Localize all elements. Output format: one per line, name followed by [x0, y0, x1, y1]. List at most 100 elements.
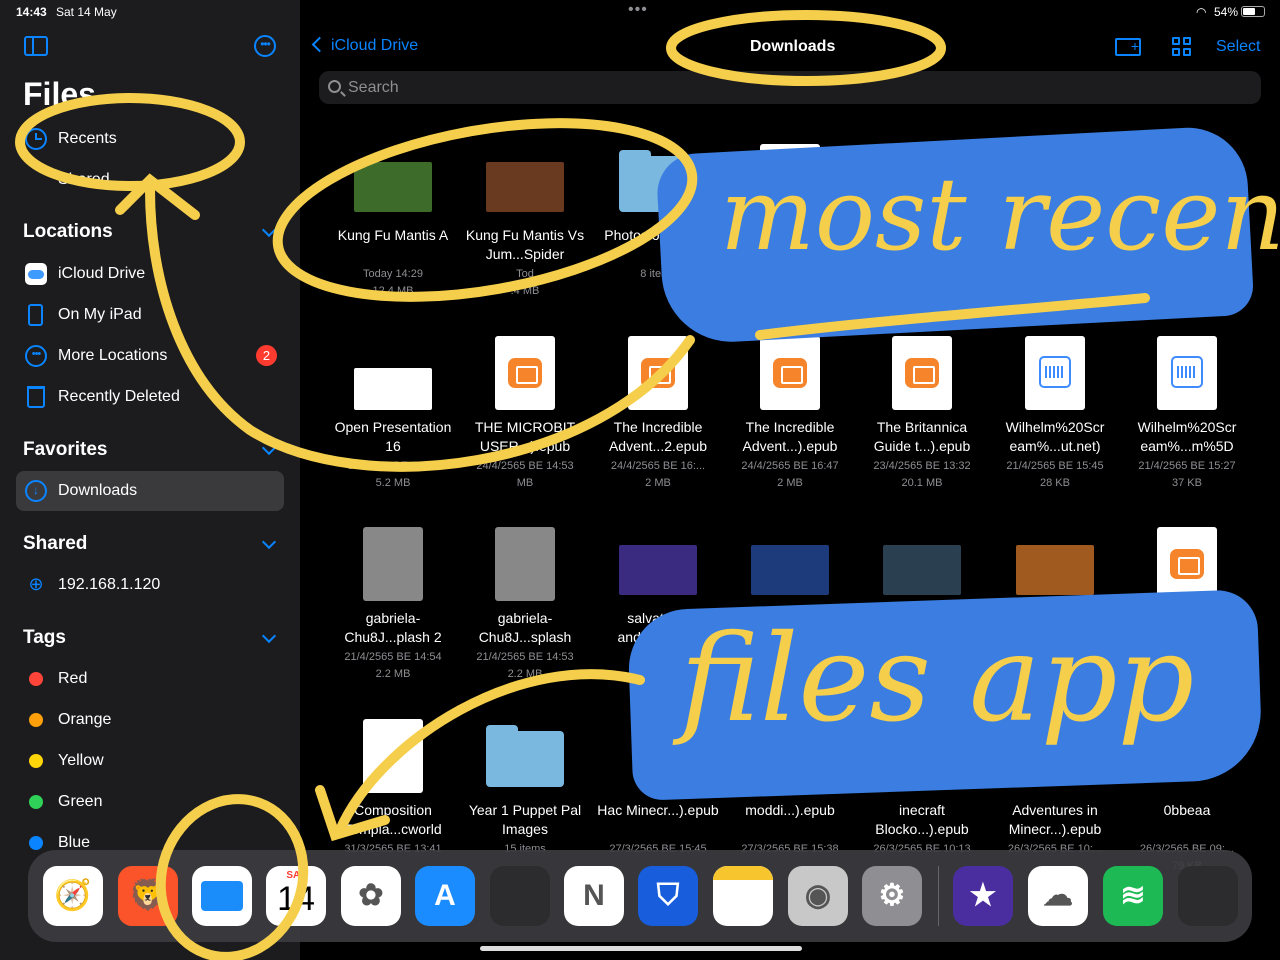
file-item[interactable]: Open Presentation 16 3/5/2565 BE 10:07 5.2…	[328, 342, 458, 517]
locations-chevron-icon[interactable]	[261, 222, 277, 238]
file-date: 21/4/2565 BE 15:27	[1138, 460, 1236, 472]
icloud-icon	[25, 263, 47, 285]
image-thumbnail	[354, 162, 432, 212]
folder-icon	[619, 150, 697, 212]
photos-app-icon[interactable]: ✿	[341, 866, 401, 926]
onenote-app-icon[interactable]: N	[564, 866, 624, 926]
select-button[interactable]: Select	[1216, 38, 1260, 56]
onedrive-app-icon[interactable]: ☁	[1028, 866, 1088, 926]
back-button[interactable]: iCloud Drive	[311, 36, 418, 55]
file-name: Hac Minecr...).epub	[597, 802, 719, 818]
spotify-app-icon[interactable]: ≋	[1103, 866, 1163, 926]
calendar-app-icon[interactable]: SAT 14	[266, 866, 326, 926]
file-name: THE MICROBIT USER...).epub	[474, 419, 576, 454]
sidebar-item-more-locations[interactable]: ••• More Locations 2	[16, 336, 284, 376]
sidebar-item-downloads[interactable]: ↓ Downloads	[16, 471, 284, 511]
file-name: Year 1 Puppet Pal Images	[468, 802, 582, 837]
tags-chevron-icon[interactable]	[261, 628, 277, 644]
locations-header[interactable]: Locations	[23, 221, 113, 243]
file-item[interactable]: Kung Fu Mantis A Today 14:29 12.4 MB	[328, 150, 458, 325]
sidebar-tag-orange[interactable]: Orange	[16, 700, 284, 740]
file-date: 20/4/2565	[633, 651, 683, 663]
sidebar-tag-red[interactable]: Red	[16, 659, 284, 699]
imovie-app-icon[interactable]: ★	[953, 866, 1013, 926]
app-store-icon[interactable]: A	[415, 866, 475, 926]
home-indicator[interactable]	[480, 946, 802, 951]
image-thumbnail	[1016, 545, 1094, 595]
file-name: The Incredible Advent...2.epub	[608, 419, 708, 454]
sidebar-item-network-share[interactable]: ⊕ 192.168.1.120	[16, 565, 284, 605]
dock: 🧭 🦁 SAT 14 ✿ A N ⛉ ◉ ⚙ ★ ☁ ≋	[28, 850, 1252, 942]
sidebar-item-label: More Locations	[58, 347, 168, 364]
sidebar-item-label: iCloud Drive	[58, 265, 146, 282]
file-item[interactable]: gabriela-Chu8J...plash 2 21/4/2565 BE 14:…	[328, 527, 458, 708]
recent-apps-icon[interactable]	[1178, 866, 1238, 926]
page-title: Downloads	[750, 38, 836, 55]
file-item[interactable]: Wilhelm%20Scr eam%...ut.net) 21/4/2565 BE…	[990, 336, 1120, 517]
more-locations-icon: •••	[25, 345, 47, 367]
file-item[interactable]	[857, 144, 987, 325]
sidebar-item-label: Green	[58, 793, 103, 810]
file-item[interactable]: The Britannica Guide t...).epub 23/4/2565…	[857, 336, 987, 517]
brave-app-icon[interactable]: 🦁	[118, 866, 178, 926]
app-folder-icon[interactable]	[490, 866, 550, 926]
file-item[interactable]	[1122, 527, 1252, 708]
favorites-header[interactable]: Favorites	[23, 439, 107, 461]
shared-chevron-icon[interactable]	[261, 534, 277, 550]
file-item[interactable]: THE MICROBIT USER...).epub 24/4/2565 BE 1…	[460, 336, 590, 517]
file-item[interactable]	[990, 144, 1120, 325]
file-item[interactable]: Photos of Patana 8 items	[593, 150, 723, 325]
sidebar-toggle-icon[interactable]	[24, 36, 48, 56]
sidebar-tag-green[interactable]: Green	[16, 782, 284, 822]
clock-icon	[25, 128, 47, 150]
ipad-icon	[28, 304, 43, 326]
file-size: 5.2 MB	[375, 477, 411, 489]
files-app-icon[interactable]	[192, 866, 252, 926]
sidebar-tag-yellow[interactable]: Yellow	[16, 741, 284, 781]
document-icon	[760, 144, 820, 218]
favorites-chevron-icon[interactable]	[261, 440, 277, 456]
file-item[interactable]: Wilhelm%20Scr eam%...m%5D 21/4/2565 BE 15…	[1122, 336, 1252, 517]
file-item[interactable]: The Incredible Advent...).epub 24/4/2565 …	[725, 336, 855, 517]
audio-file-icon	[1025, 336, 1085, 410]
file-item[interactable]: gabriela-Chu8J...splash 21/4/2565 BE 14:5…	[460, 527, 590, 708]
sidebar-item-on-my-ipad[interactable]: On My iPad	[16, 295, 284, 335]
file-size: 40	[651, 668, 665, 680]
notes-app-icon[interactable]	[713, 866, 773, 926]
image-thumbnail	[751, 545, 829, 595]
sidebar-item-shared[interactable]: Shared	[16, 162, 284, 184]
file-item[interactable]	[857, 533, 987, 708]
battery-percentage: 54%	[1214, 5, 1239, 19]
search-icon	[328, 80, 341, 93]
multitasking-dots[interactable]: •••	[628, 1, 648, 19]
safari-app-icon[interactable]: 🧭	[43, 866, 103, 926]
settings-app-icon[interactable]: ⚙	[862, 866, 922, 926]
sidebar-item-icloud-drive[interactable]: iCloud Drive	[16, 254, 284, 294]
file-item[interactable]	[725, 144, 855, 325]
file-name: Open Presentation 16	[334, 419, 452, 454]
file-item[interactable]: The Incredible Advent...2.epub 24/4/2565 …	[593, 336, 723, 517]
file-name: salvatore-andrea...spla	[617, 610, 699, 645]
shared-header[interactable]: Shared	[23, 533, 87, 555]
tags-header[interactable]: Tags	[23, 627, 66, 649]
document-icon	[892, 144, 952, 218]
file-item[interactable]	[1122, 144, 1252, 325]
bitwarden-app-icon[interactable]: ⛉	[638, 866, 698, 926]
folder-icon	[486, 725, 564, 787]
search-input[interactable]	[319, 71, 1261, 104]
grid-view-icon[interactable]	[1172, 37, 1191, 56]
sidebar-item-label: Shared	[58, 171, 110, 184]
file-item[interactable]	[990, 533, 1120, 708]
file-item[interactable]	[725, 533, 855, 708]
file-name: Kung Fu Mantis Vs Jum...Spider	[465, 227, 585, 262]
more-options-icon[interactable]: •••	[254, 35, 276, 57]
wifi-icon: ◠	[1196, 5, 1207, 19]
download-icon: ↓	[25, 480, 47, 502]
camera-app-icon[interactable]: ◉	[788, 866, 848, 926]
new-folder-icon[interactable]: +	[1115, 38, 1141, 56]
sidebar-item-recently-deleted[interactable]: Recently Deleted	[16, 377, 284, 417]
file-item[interactable]: salvatore-andrea...spla 20/4/2565 40	[593, 533, 723, 708]
file-date: 21/4/2565 BE 14:54	[344, 651, 442, 663]
sidebar-item-recents[interactable]: Recents	[16, 119, 284, 159]
file-item[interactable]: Kung Fu Mantis Vs Jum...Spider Tod .4 MB	[460, 150, 590, 325]
